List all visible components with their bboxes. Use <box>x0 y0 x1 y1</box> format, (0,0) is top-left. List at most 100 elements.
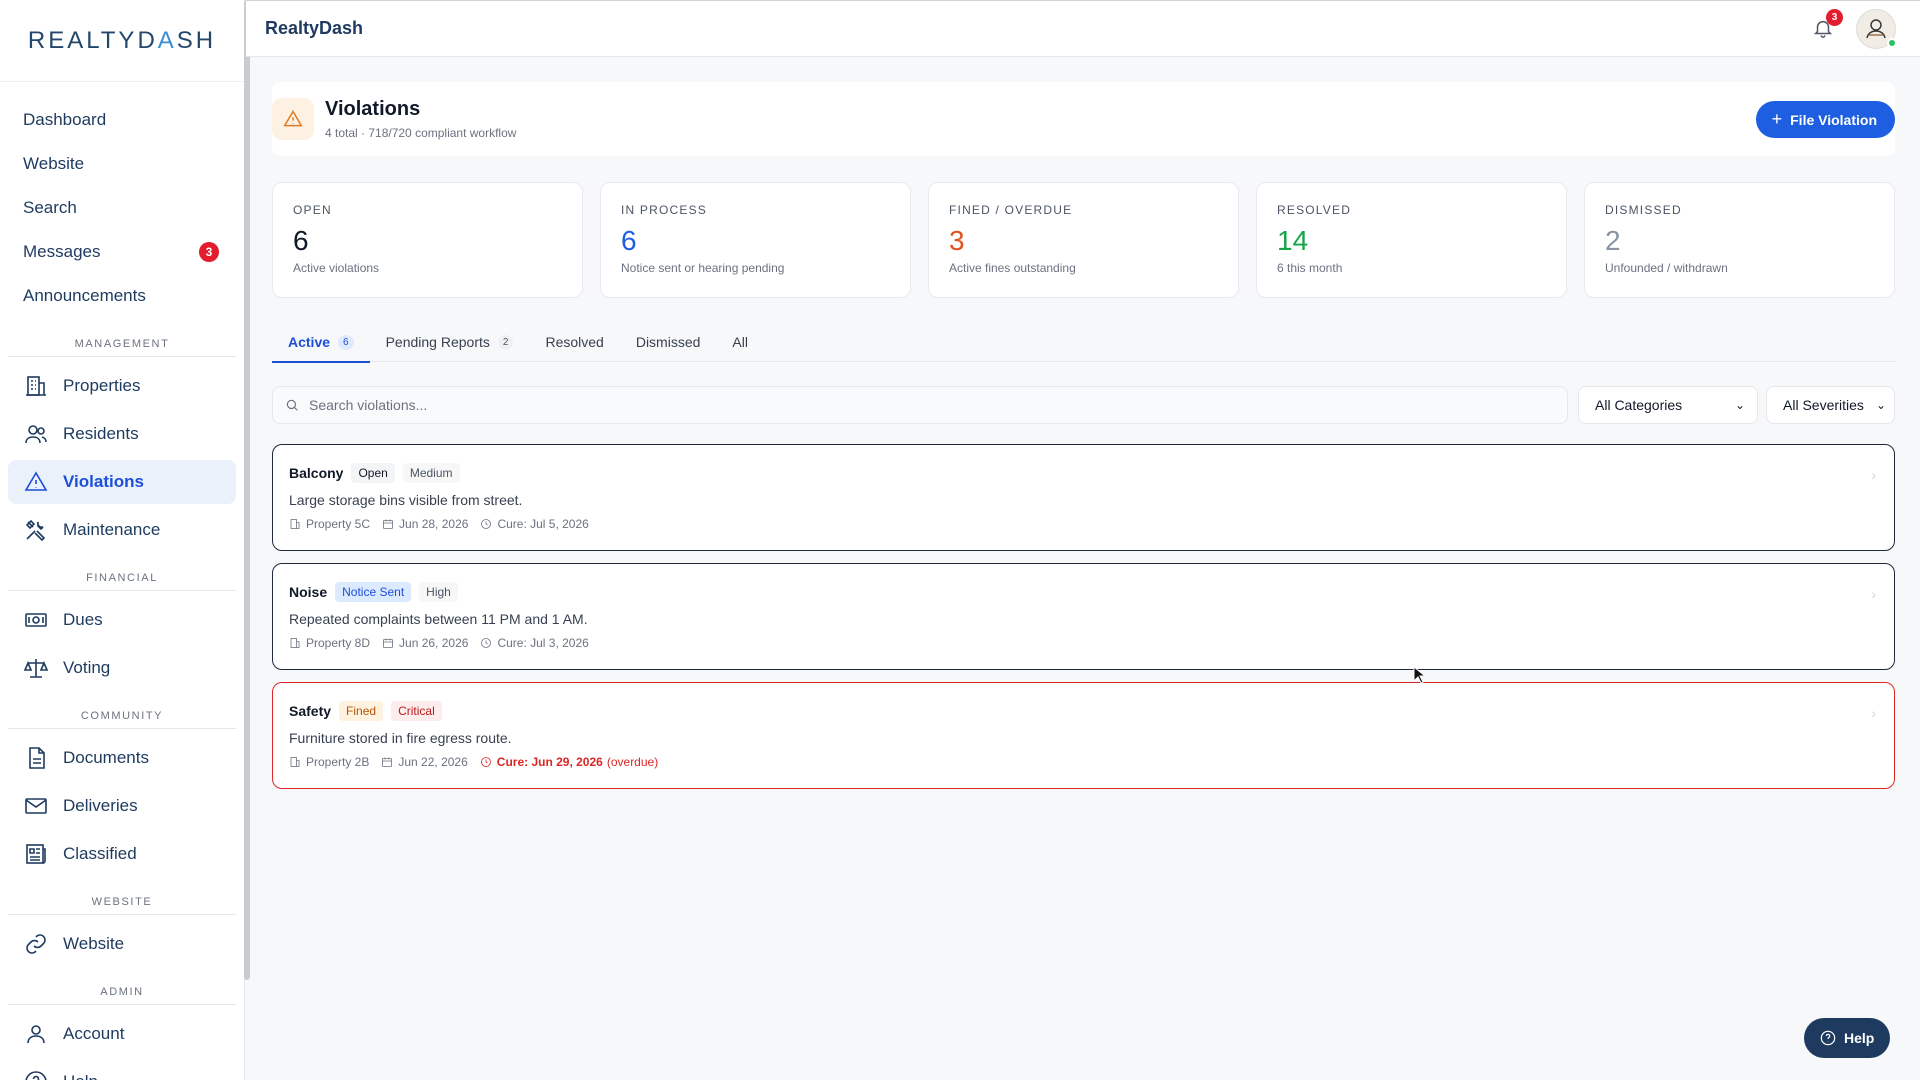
main-content: Violations 4 total · 718/720 compliant w… <box>272 82 1895 789</box>
money-icon <box>23 607 49 633</box>
chevron-right-icon: › <box>1871 467 1876 483</box>
violation-category: Noise <box>289 584 328 600</box>
status-badge: Fined <box>339 701 384 721</box>
stat-open[interactable]: OPEN 6 Active violations <box>272 182 583 298</box>
tools-icon <box>23 517 49 543</box>
top-bar: RealtyDash 3 <box>246 0 1920 57</box>
sidebar-item-maintenance[interactable]: Maintenance <box>8 508 236 552</box>
stat-fined-overdue[interactable]: FINED / OVERDUE 3 Active fines outstandi… <box>928 182 1239 298</box>
status-badge: Open <box>351 463 395 483</box>
messages-badge: 3 <box>199 242 219 262</box>
mouse-cursor-icon <box>1413 666 1425 684</box>
sidebar-item-voting[interactable]: Voting <box>8 646 236 690</box>
document-icon <box>23 745 49 771</box>
violation-description: Furniture stored in fire egress route. <box>289 730 512 746</box>
newspaper-icon <box>23 841 49 867</box>
violation-date: Jun 28, 2026 <box>399 517 469 531</box>
nav-search[interactable]: Search <box>0 186 244 230</box>
overdue-label: (overdue) <box>606 755 659 769</box>
clock-icon <box>481 638 492 648</box>
tab-pending-reports[interactable]: Pending Reports 2 <box>370 322 530 362</box>
stat-in-process[interactable]: IN PROCESS 6 Notice sent or hearing pend… <box>600 182 911 298</box>
violation-property: Property 8D <box>306 636 371 650</box>
stat-resolved[interactable]: RESOLVED 14 6 this month <box>1256 182 1567 298</box>
violation-cure-date: Cure: Jul 5, 2026 <box>497 517 589 531</box>
chevron-right-icon: › <box>1871 705 1876 721</box>
clock-icon <box>481 519 492 529</box>
sidebar-scrollbar[interactable] <box>244 0 250 980</box>
stats-row: OPEN 6 Active violations IN PROCESS 6 No… <box>272 182 1895 298</box>
page-subtitle: 4 total · 718/720 compliant workflow <box>325 126 517 140</box>
plus-icon: + <box>1771 109 1783 129</box>
notifications-button[interactable]: 3 <box>1812 9 1843 41</box>
search-input[interactable] <box>309 397 1509 413</box>
stat-value: 2 <box>1605 225 1621 256</box>
app-title: RealtyDash <box>265 18 364 38</box>
tab-resolved[interactable]: Resolved <box>529 322 619 362</box>
link-icon <box>23 931 49 957</box>
warning-icon <box>272 98 314 140</box>
chevron-down-icon: ⌄ <box>1875 398 1886 412</box>
tab-count: 6 <box>338 334 354 350</box>
nav-dashboard[interactable]: Dashboard <box>0 98 244 142</box>
logo[interactable]: REALTYDASH <box>0 0 244 82</box>
violation-cure-date: Cure: Jun 29, 2026 <box>496 755 603 769</box>
calendar-icon <box>383 519 393 529</box>
nav-messages[interactable]: Messages 3 <box>0 230 244 274</box>
violation-card[interactable]: Safety Fined Critical Furniture stored i… <box>272 682 1895 789</box>
sidebar: REALTYDASH Dashboard Website Search Mess… <box>0 0 250 1080</box>
sidebar-item-residents[interactable]: Residents <box>8 412 236 456</box>
severity-badge: Medium <box>402 463 460 483</box>
violation-card[interactable]: Noise Notice Sent High Repeated complain… <box>272 563 1895 670</box>
tab-active[interactable]: Active 6 <box>272 322 370 363</box>
sidebar-item-website[interactable]: Website <box>8 922 236 966</box>
stat-value: 14 <box>1277 225 1309 256</box>
sidebar-item-documents[interactable]: Documents <box>8 736 236 780</box>
calendar-icon <box>382 757 393 767</box>
sidebar-item-account[interactable]: Account <box>8 1012 236 1056</box>
section-financial: FINANCIAL <box>8 572 236 591</box>
help-button[interactable]: Help <box>1804 1018 1891 1058</box>
nav-website[interactable]: Website <box>0 142 244 186</box>
user-icon <box>23 1021 49 1047</box>
violation-description: Large storage bins visible from street. <box>289 492 523 508</box>
severity-badge: Critical <box>391 701 442 721</box>
online-status-dot <box>1887 38 1897 48</box>
sidebar-item-help[interactable]: Help <box>8 1060 236 1080</box>
section-management: MANAGEMENT <box>8 338 236 357</box>
help-circle-icon <box>1820 1030 1836 1046</box>
tab-dismissed[interactable]: Dismissed <box>620 322 717 362</box>
nav-announcements[interactable]: Announcements <box>0 274 244 318</box>
section-community: COMMUNITY <box>8 710 236 729</box>
section-admin: ADMIN <box>8 986 236 1005</box>
filters-bar: All Categories⌄ All Severities⌄ <box>272 386 1895 424</box>
search-icon <box>286 399 298 411</box>
severity-badge: High <box>419 582 458 602</box>
sidebar-item-properties[interactable]: Properties <box>8 364 236 408</box>
violation-card[interactable]: Balcony Open Medium Large storage bins v… <box>272 444 1895 551</box>
sidebar-item-dues[interactable]: Dues <box>8 598 236 642</box>
sidebar-item-classified[interactable]: Classified <box>8 832 236 876</box>
building-icon <box>290 519 300 529</box>
clock-icon <box>480 757 491 767</box>
severity-select[interactable]: All Severities ⌄ <box>1766 386 1895 424</box>
tab-count: 2 <box>497 334 514 350</box>
file-violation-button[interactable]: + File Violation <box>1755 101 1895 138</box>
stat-value: 3 <box>949 225 965 256</box>
violation-date: Jun 26, 2026 <box>399 636 469 650</box>
tab-all[interactable]: All <box>716 322 764 362</box>
chevron-down-icon: ⌄ <box>1734 398 1745 412</box>
avatar[interactable] <box>1856 9 1897 49</box>
mail-icon <box>23 793 49 819</box>
category-select[interactable]: All Categories ⌄ <box>1578 386 1758 424</box>
scale-icon <box>23 655 49 681</box>
violation-tabs: Active 6 Pending Reports 2 Resolved Dismis… <box>272 322 1895 363</box>
users-icon <box>23 421 49 447</box>
building-icon <box>23 373 49 399</box>
sidebar-item-deliveries[interactable]: Deliveries <box>8 784 236 828</box>
building-icon <box>290 757 300 767</box>
sidebar-item-violations[interactable]: Violations <box>8 460 236 504</box>
stat-dismissed[interactable]: DISMISSED 2 Unfounded / withdrawn <box>1584 182 1895 298</box>
building-icon <box>290 638 300 648</box>
calendar-icon <box>383 638 393 648</box>
